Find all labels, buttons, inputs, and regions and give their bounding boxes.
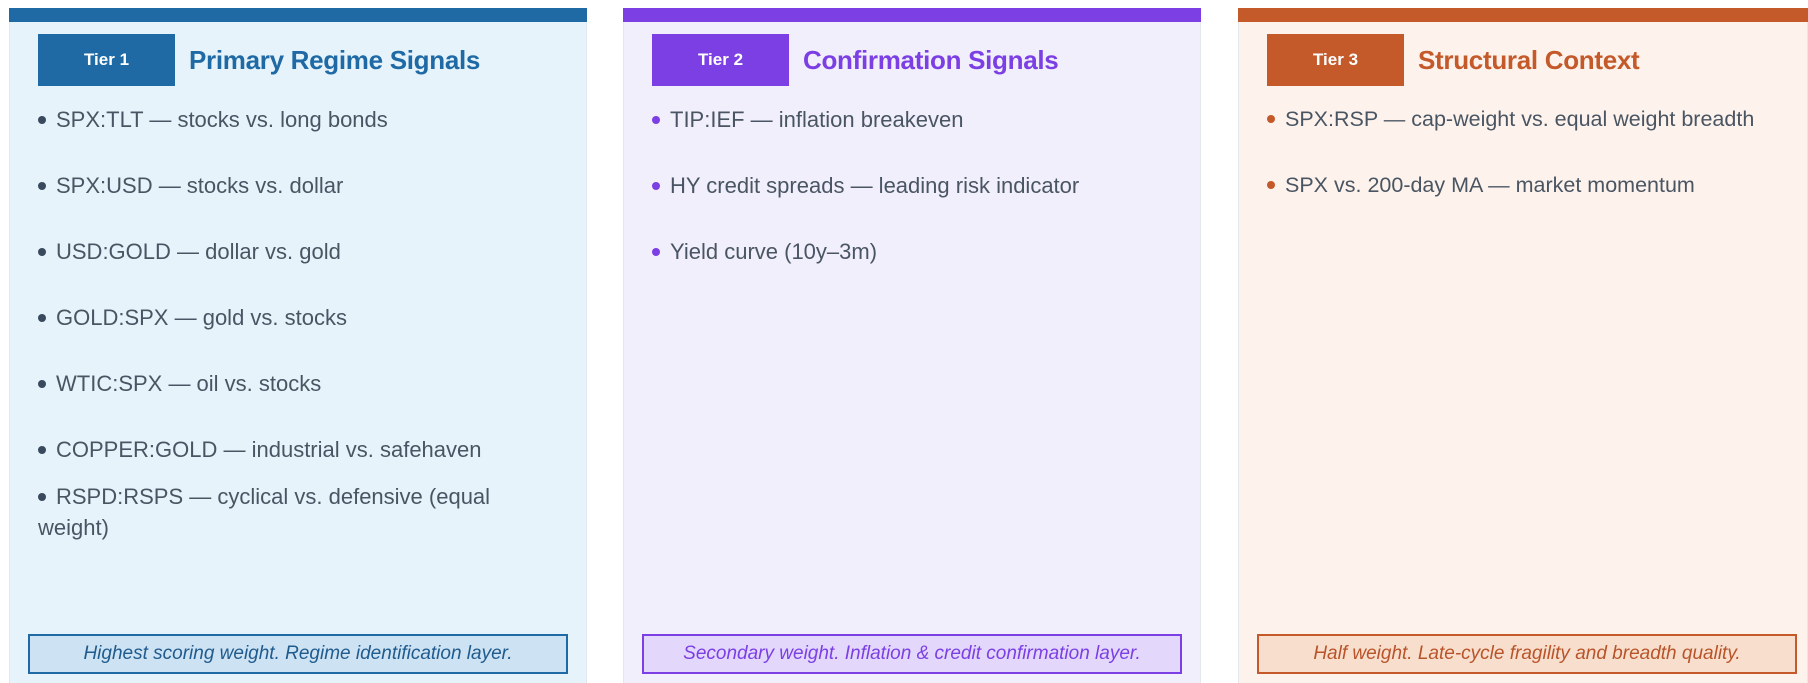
tier-1-panel: Tier 1 Primary Regime Signals SPX:TLT — … — [9, 8, 587, 683]
list-item: USD:GOLD — dollar vs. gold — [38, 236, 566, 267]
tier-3-badge: Tier 3 — [1267, 34, 1404, 86]
tier-1-signal-list: SPX:TLT — stocks vs. long bonds SPX:USD … — [38, 104, 566, 578]
tier-1-title: Primary Regime Signals — [189, 44, 481, 75]
list-item: WTIC:SPX — oil vs. stocks — [38, 368, 566, 399]
tier-3-accent-bar — [1238, 8, 1808, 22]
bullet-icon — [38, 313, 46, 322]
list-item: SPX:USD — stocks vs. dollar — [38, 170, 566, 201]
tier-3-header: Tier 3 Structural Context — [1267, 34, 1640, 86]
list-item: GOLD:SPX — gold vs. stocks — [38, 302, 566, 333]
tier-2-title: Confirmation Signals — [803, 44, 1059, 75]
tier-3-panel: Tier 3 Structural Context SPX:RSP — cap-… — [1238, 8, 1808, 683]
tier-2-signal-list: TIP:IEF — inflation breakeven HY credit … — [652, 104, 1180, 302]
bullet-icon — [38, 247, 46, 256]
list-item: RSPD:RSPS — cyclical vs. defensive (equa… — [38, 484, 491, 540]
tier-3-footer-note: Half weight. Late-cycle fragility and br… — [1257, 634, 1797, 674]
tier-2-panel: Tier 2 Confirmation Signals TIP:IEF — in… — [623, 8, 1201, 683]
bullet-icon — [38, 492, 46, 501]
list-item: SPX vs. 200-day MA — market momentum — [1267, 170, 1803, 201]
bullet-icon — [38, 181, 46, 190]
tier-1-footer-note: Highest scoring weight. Regime identific… — [28, 634, 568, 674]
tier-3-title: Structural Context — [1418, 44, 1640, 75]
tier-2-footer-note: Secondary weight. Inflation & credit con… — [642, 634, 1182, 674]
bullet-icon — [38, 379, 46, 388]
tier-1-header: Tier 1 Primary Regime Signals — [38, 34, 480, 86]
list-item: HY credit spreads — leading risk indicat… — [652, 170, 1180, 201]
tier-1-badge: Tier 1 — [38, 34, 175, 86]
bullet-icon — [652, 115, 660, 124]
bullet-icon — [38, 115, 46, 124]
bullet-icon — [652, 181, 660, 190]
bullet-icon — [1267, 180, 1275, 189]
tier-3-signal-list: SPX:RSP — cap-weight vs. equal weight br… — [1267, 104, 1803, 236]
list-item: SPX:TLT — stocks vs. long bonds — [38, 104, 566, 135]
list-item: Yield curve (10y–3m) — [652, 236, 1180, 267]
list-item: COPPER:GOLD — industrial vs. safehaven — [38, 434, 566, 465]
tier-2-header: Tier 2 Confirmation Signals — [652, 34, 1059, 86]
list-item: TIP:IEF — inflation breakeven — [652, 104, 1180, 135]
list-item: SPX:RSP — cap-weight vs. equal weight br… — [1267, 104, 1803, 135]
bullet-icon — [652, 247, 660, 256]
tier-2-accent-bar — [623, 8, 1201, 22]
tier-1-accent-bar — [9, 8, 587, 22]
bullet-icon — [1267, 114, 1275, 123]
bullet-icon — [38, 445, 46, 454]
tier-2-badge: Tier 2 — [652, 34, 789, 86]
